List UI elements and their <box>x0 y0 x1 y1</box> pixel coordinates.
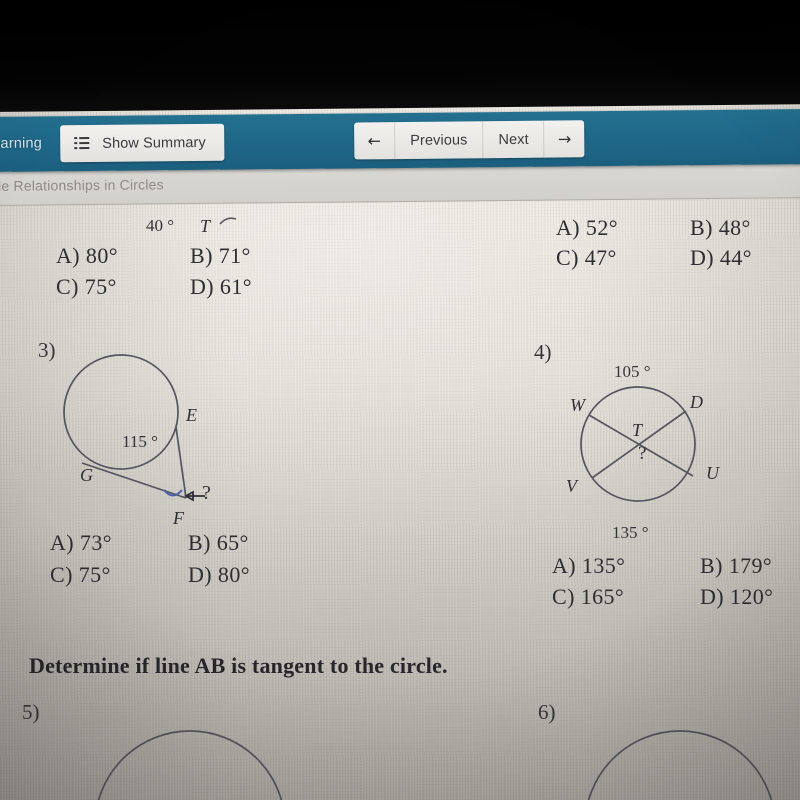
question-4-arc-top: 105 ° <box>614 362 651 381</box>
question-3-label-g: G <box>80 465 93 485</box>
question-4-arc-bottom: 135 ° <box>612 523 649 542</box>
question-3-unknown: ? <box>202 482 211 504</box>
topright-option-a[interactable]: A) 52° <box>556 215 618 241</box>
worksheet-content: 40 ° T A) 80° B) 71° C) 75° D) 61° A) 52… <box>0 0 800 800</box>
topright-option-c[interactable]: C) 47° <box>556 245 617 271</box>
question-4-option-d[interactable]: D) 120° <box>700 584 773 610</box>
topright-option-d[interactable]: D) 44° <box>690 245 752 271</box>
top-option-b[interactable]: B) 71° <box>190 243 251 269</box>
question-4-label-d: D <box>690 392 703 412</box>
top-option-c[interactable]: C) 75° <box>56 274 117 300</box>
question-4-label-w: W <box>570 395 585 415</box>
top-angle-label: 40 ° <box>146 216 175 235</box>
question-5-number: 5) <box>22 700 40 724</box>
question-4-option-b[interactable]: B) 179° <box>700 553 772 579</box>
question-3-option-a[interactable]: A) 73° <box>50 530 112 556</box>
top-point-label-t: T <box>200 216 211 236</box>
question-3-option-c[interactable]: C) 75° <box>50 562 111 588</box>
question-3-label-f: F <box>173 508 184 528</box>
question-4-number: 4) <box>534 340 552 364</box>
black-top-band <box>0 0 800 112</box>
question-4-label-t: T <box>632 420 643 440</box>
question-4-label-v: V <box>566 476 577 496</box>
top-arc-fragment <box>219 217 237 225</box>
question-6-figure <box>587 730 773 800</box>
question-3-number: 3) <box>38 338 56 362</box>
photo-screenshot: ngle Relationships in Circles earning Sh… <box>0 0 800 800</box>
question-3-option-b[interactable]: B) 65° <box>188 530 249 556</box>
question-4-unknown: ? <box>638 443 647 464</box>
topright-option-b[interactable]: B) 48° <box>690 215 751 241</box>
question-6-number: 6) <box>538 700 556 724</box>
question-3-option-d[interactable]: D) 80° <box>188 562 250 588</box>
top-option-a[interactable]: A) 80° <box>56 243 118 269</box>
question-4-option-a[interactable]: A) 135° <box>552 553 625 579</box>
top-option-d[interactable]: D) 61° <box>190 274 252 300</box>
question-5-figure <box>97 730 283 800</box>
question-4-label-u: U <box>706 463 719 483</box>
question-3-label-e: E <box>186 405 197 425</box>
instruction-text: Determine if line AB is tangent to the c… <box>29 653 448 678</box>
question-4-option-c[interactable]: C) 165° <box>552 584 624 610</box>
question-3-arc-label: 115 ° <box>122 432 158 451</box>
